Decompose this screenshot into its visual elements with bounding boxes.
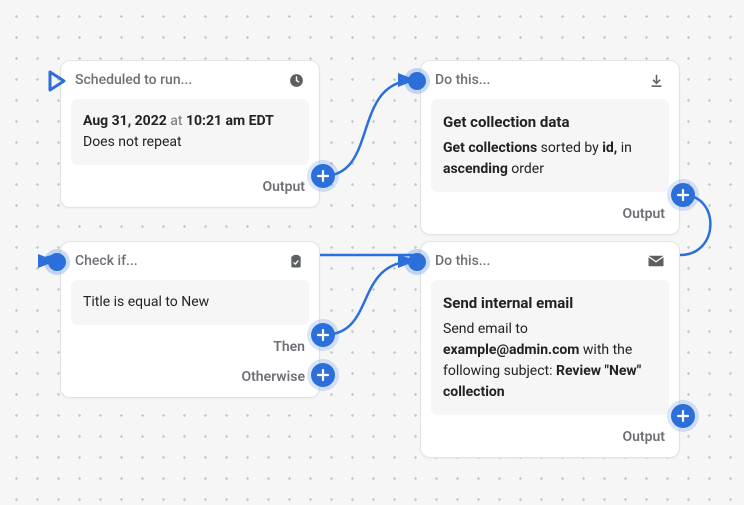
header-text: Scheduled to run... bbox=[75, 72, 192, 88]
clock-icon bbox=[287, 71, 305, 89]
output-label: Output bbox=[622, 206, 665, 222]
output-label: Output bbox=[262, 179, 305, 195]
action-description: Send email to example@admin.com with the… bbox=[443, 319, 657, 403]
action-title: Send internal email bbox=[443, 292, 657, 315]
add-step-button[interactable] bbox=[311, 164, 335, 188]
add-step-button[interactable] bbox=[671, 404, 695, 428]
node-header: Do this... bbox=[421, 61, 679, 95]
input-port[interactable] bbox=[48, 253, 66, 271]
node-body: Aug 31, 2022 at 10:21 am EDT Does not re… bbox=[71, 99, 309, 165]
repeat-text: Does not repeat bbox=[83, 132, 297, 153]
at-word: at bbox=[170, 113, 182, 129]
output-label: Output bbox=[622, 429, 665, 445]
otherwise-label: Otherwise bbox=[241, 369, 305, 385]
header-text: Check if... bbox=[75, 253, 138, 269]
add-step-then-button[interactable] bbox=[311, 323, 335, 347]
schedule-time: 10:21 am EDT bbox=[186, 113, 274, 129]
clipboard-icon bbox=[287, 252, 305, 270]
header-text: Do this... bbox=[435, 253, 490, 269]
email-icon bbox=[647, 252, 665, 270]
node-send-email[interactable]: Do this... Send internal email Send emai… bbox=[420, 241, 680, 458]
node-header: Scheduled to run... bbox=[61, 61, 319, 95]
output-port-row: Output bbox=[622, 429, 665, 445]
otherwise-port-row: Otherwise bbox=[241, 369, 305, 385]
input-port[interactable] bbox=[408, 253, 426, 271]
trigger-start-icon bbox=[48, 70, 66, 96]
then-label: Then bbox=[273, 339, 305, 355]
output-port-row: Output bbox=[262, 179, 305, 195]
node-body: Title is equal to New bbox=[71, 280, 309, 325]
header-text: Do this... bbox=[435, 72, 490, 88]
download-icon bbox=[647, 71, 665, 89]
schedule-date: Aug 31, 2022 bbox=[83, 113, 167, 129]
condition-text: Title is equal to New bbox=[83, 294, 209, 310]
node-body: Send internal email Send email to exampl… bbox=[431, 280, 669, 415]
then-port-row: Then bbox=[273, 339, 305, 355]
node-header: Do this... bbox=[421, 242, 679, 276]
output-port-row: Output bbox=[622, 206, 665, 222]
node-body: Get collection data Get collections sort… bbox=[431, 99, 669, 192]
node-scheduled[interactable]: Scheduled to run... Aug 31, 2022 at 10:2… bbox=[60, 60, 320, 208]
add-step-otherwise-button[interactable] bbox=[311, 363, 335, 387]
node-header: Check if... bbox=[61, 242, 319, 276]
node-get-collection[interactable]: Do this... Get collection data Get colle… bbox=[420, 60, 680, 235]
add-step-button[interactable] bbox=[671, 183, 695, 207]
input-port[interactable] bbox=[408, 72, 426, 90]
node-check-if[interactable]: Check if... Title is equal to New Then O… bbox=[60, 241, 320, 398]
action-title: Get collection data bbox=[443, 111, 657, 134]
action-description: Get collections sorted by id, in ascendi… bbox=[443, 138, 657, 180]
